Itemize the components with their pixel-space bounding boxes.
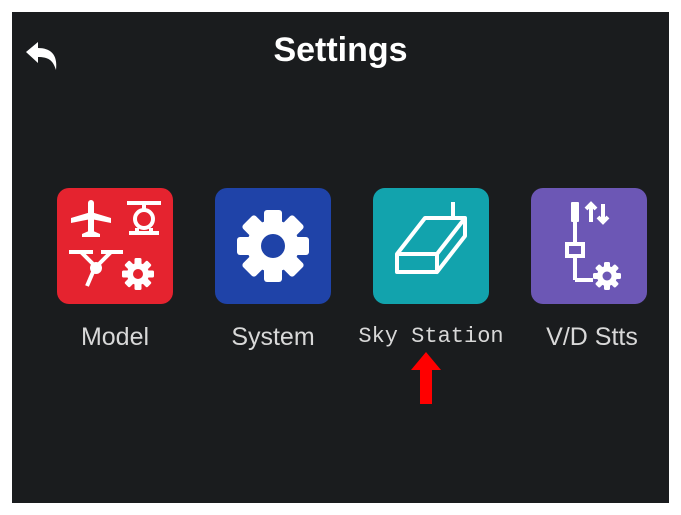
gear-icon <box>237 210 309 282</box>
sky-station-label: Sky Station <box>358 324 504 349</box>
model-aircraft-icon <box>69 200 161 290</box>
sky-station-button[interactable] <box>373 188 489 304</box>
red-up-arrow-icon <box>411 352 441 404</box>
settings-screen: Settings Model System Sky Station V/D St… <box>12 12 669 503</box>
system-label: System <box>231 323 315 351</box>
sky-station-icon <box>395 202 467 274</box>
system-button[interactable] <box>215 188 331 304</box>
model-label: Model <box>80 323 150 351</box>
vd-stts-button[interactable] <box>531 188 647 304</box>
vd-stts-label: V/D Stts <box>546 323 638 351</box>
vd-settings-icon <box>565 201 621 290</box>
page-title: Settings <box>273 31 408 69</box>
model-button[interactable] <box>57 188 173 304</box>
